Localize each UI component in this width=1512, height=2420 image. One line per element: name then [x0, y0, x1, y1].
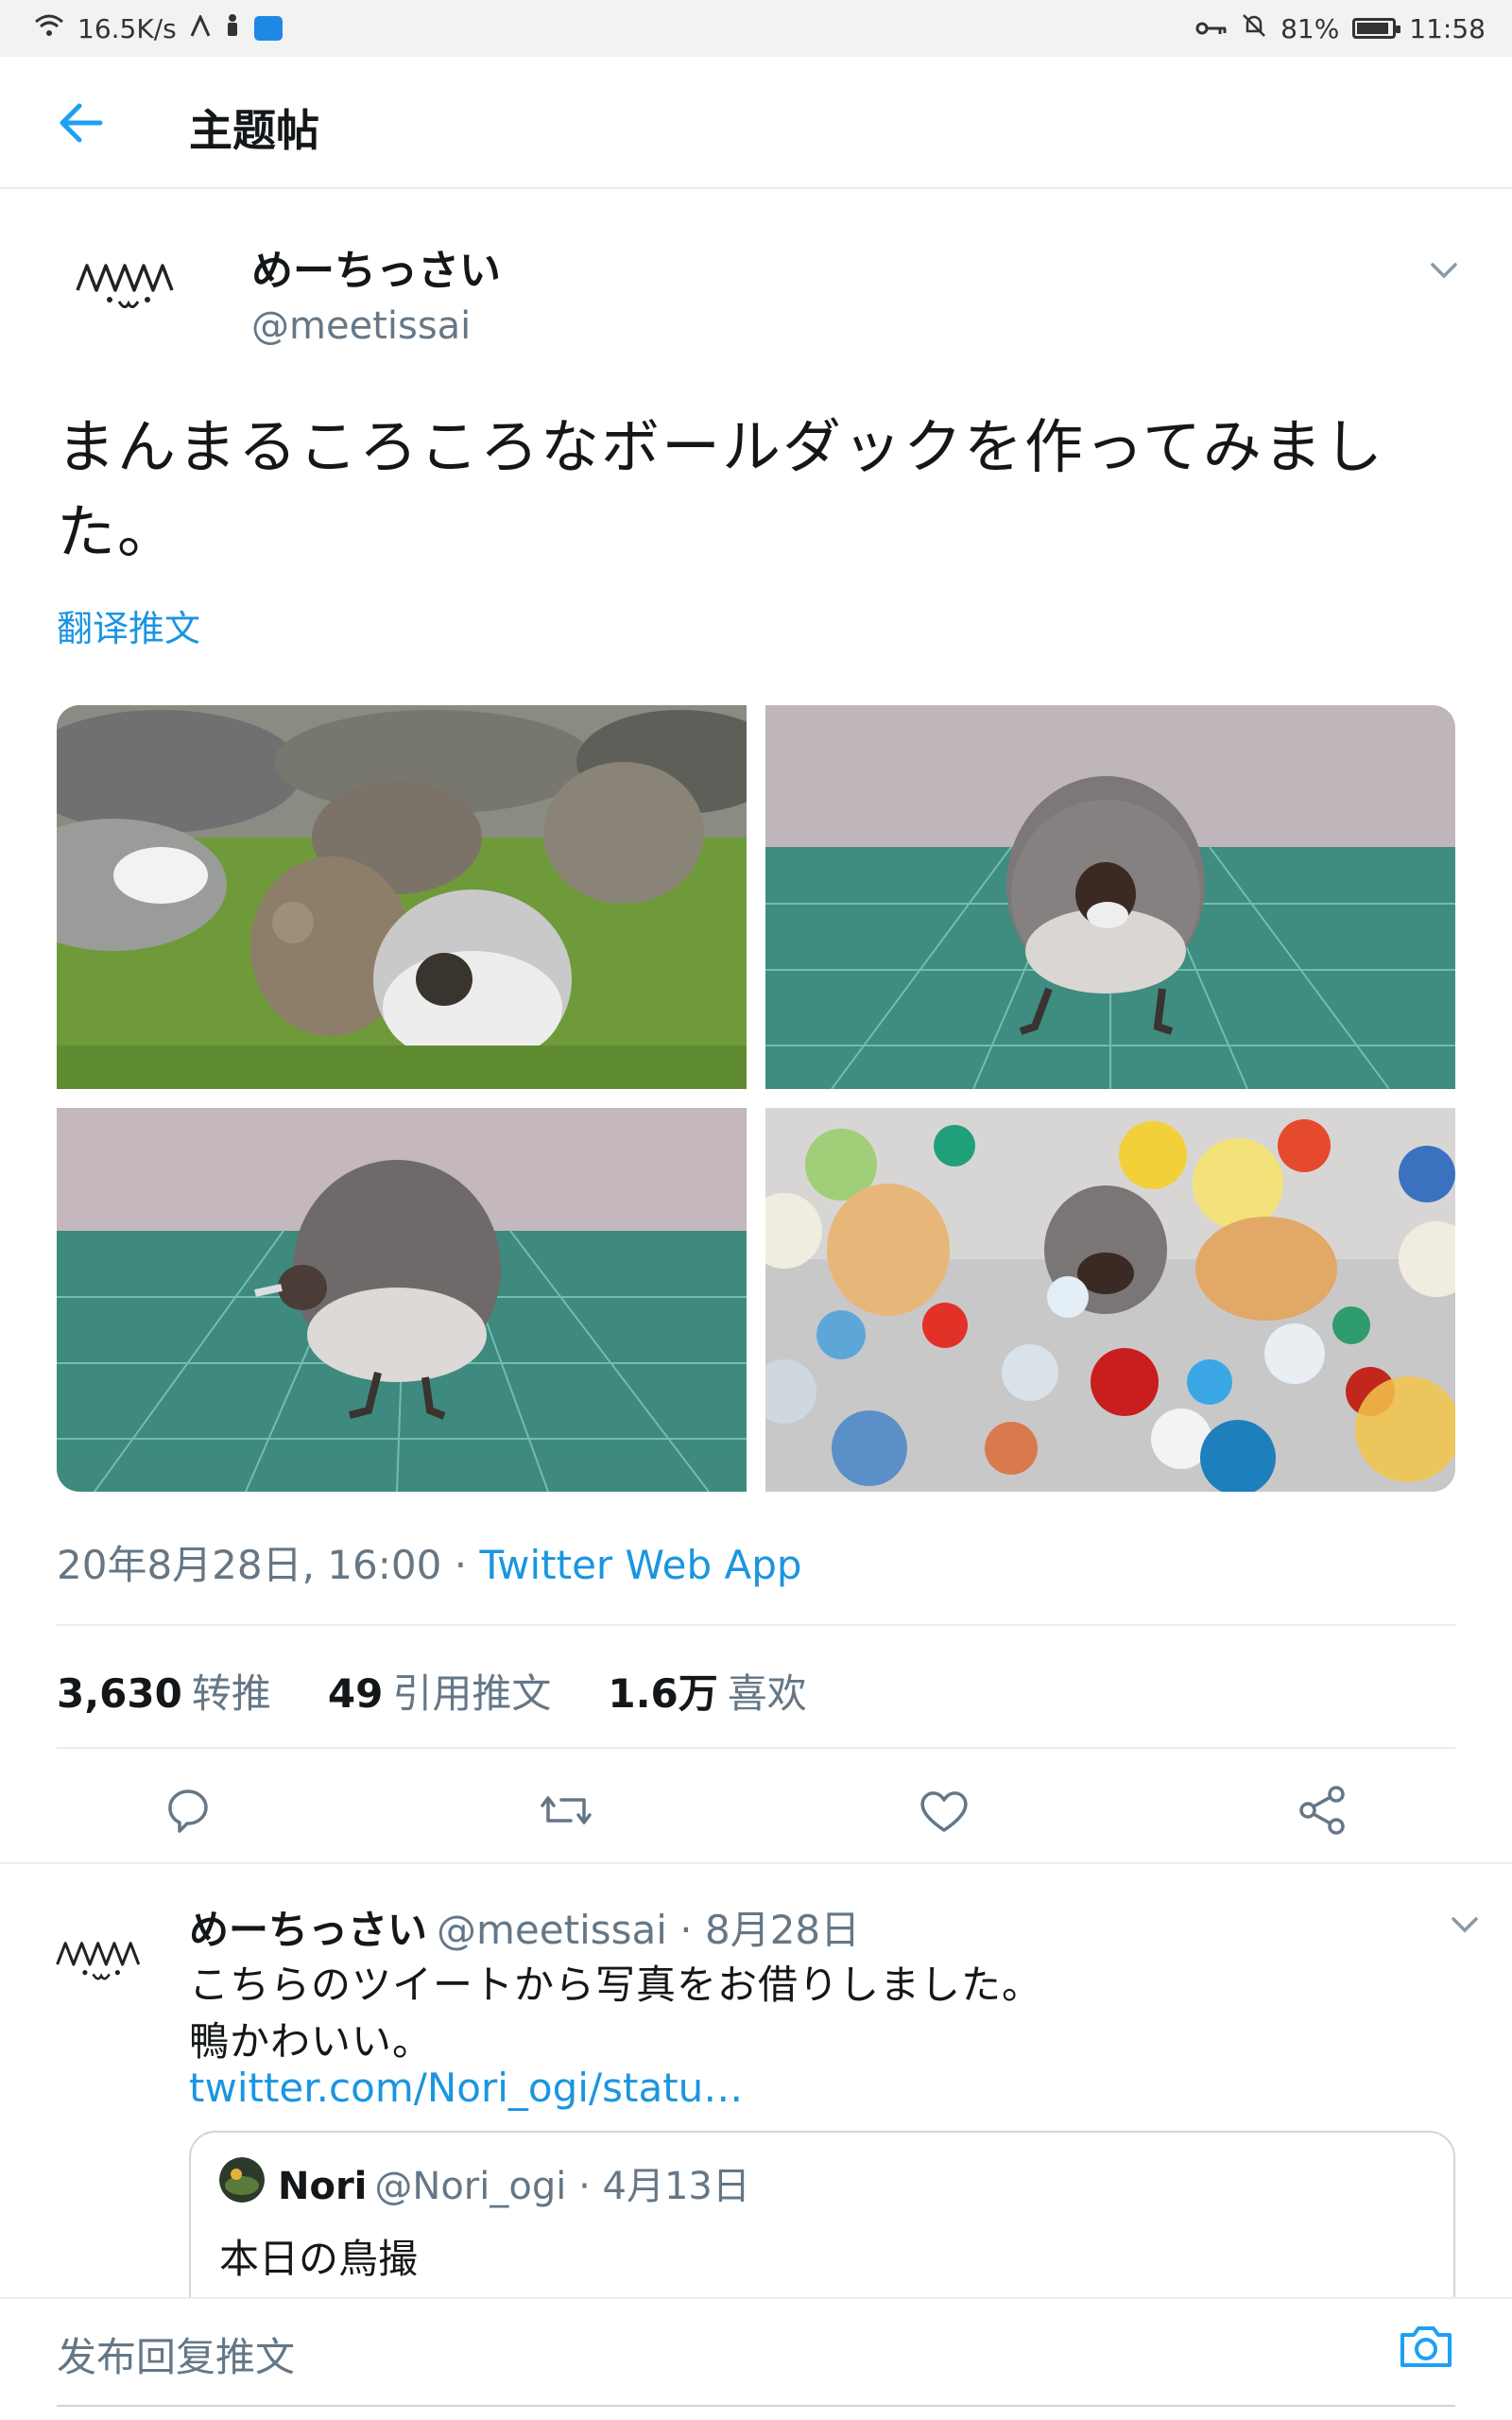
clock: 11:58 — [1409, 12, 1486, 44]
app-header: 主题帖 — [0, 57, 1512, 189]
quoted-date: · 4月13日 — [578, 2165, 750, 2208]
reply-link[interactable]: twitter.com/Nori_ogi/statu… — [189, 2065, 743, 2111]
like-count[interactable]: 1.6万 喜欢 — [608, 1662, 806, 1720]
back-button[interactable] — [55, 98, 112, 147]
tweet-text: まんまるころころなボールダックを作ってみました。 — [57, 412, 1384, 566]
avatar[interactable] — [68, 241, 191, 326]
page-title: 主题帖 — [189, 105, 319, 156]
reply-header: めーちっさい @meetissai · 8月28日 — [189, 1898, 860, 1956]
author-name[interactable]: めーちっさい — [251, 236, 501, 297]
tweet-thread-page: 16.5K/s 81% 11:58 主题帖 めーちっさい @meetissai … — [0, 0, 1512, 2420]
chevron-down-icon — [1431, 263, 1457, 279]
like-icon — [920, 1791, 968, 1832]
retweet-count-value: 3,630 — [57, 1670, 182, 1717]
reply-text-line-1: こちらのツイートから写真をお借りしました。 — [189, 1962, 1043, 2008]
wifi-icon — [34, 13, 64, 44]
camera-button[interactable] — [1397, 2320, 1455, 2373]
reply-author-name[interactable]: めーちっさい — [189, 1907, 427, 1953]
input-underline — [57, 2405, 1455, 2407]
divider — [57, 1624, 1455, 1626]
like-count-label: 喜欢 — [727, 1670, 807, 1717]
quoted-author-name: Nori — [278, 2165, 368, 2208]
reply-button[interactable] — [155, 1777, 221, 1843]
tweet-actions — [0, 1777, 1512, 1862]
app-notification-icon — [253, 16, 283, 41]
source-app-link[interactable]: Twitter Web App — [479, 1542, 801, 1588]
quote-count-label: 引用推文 — [392, 1670, 552, 1717]
chevron-down-icon — [1452, 1917, 1478, 1933]
author-handle[interactable]: @meetissai — [251, 304, 471, 348]
reply-text-line-2: 鴨かわいい。 — [189, 2018, 434, 2065]
tweet-photo-1[interactable] — [57, 705, 747, 1089]
mute-icon — [1241, 12, 1267, 45]
tweet-timestamp: 20年8月28日, 16:00 — [57, 1542, 442, 1588]
retweet-button[interactable] — [533, 1777, 599, 1843]
tweet-meta: 20年8月28日, 16:00 · Twitter Web App — [57, 1533, 802, 1591]
quoted-author-handle: @Nori_ogi — [374, 2165, 567, 2208]
tweet-photo-4[interactable] — [765, 1108, 1455, 1492]
share-button[interactable] — [1289, 1777, 1355, 1843]
quote-count[interactable]: 49 引用推文 — [328, 1662, 551, 1720]
key-icon — [1195, 13, 1228, 44]
signal-icon — [190, 12, 211, 44]
like-count-value: 1.6万 — [608, 1670, 718, 1717]
tweet-photo-2[interactable] — [765, 705, 1455, 1089]
quoted-avatar — [219, 2157, 265, 2203]
like-button[interactable] — [911, 1777, 977, 1843]
quoted-header: Nori @Nori_ogi · 4月13日 — [278, 2155, 750, 2210]
reply-icon — [168, 1789, 208, 1833]
camera-icon — [1400, 2326, 1452, 2367]
arrow-left-icon — [60, 103, 103, 143]
divider — [57, 1747, 1455, 1749]
status-bar-left: 16.5K/s — [34, 13, 283, 44]
reply-avatar[interactable] — [49, 1921, 155, 1996]
quote-count-value: 49 — [327, 1670, 384, 1717]
figure-icon — [224, 13, 241, 44]
battery-icon — [1352, 18, 1401, 39]
tweet-menu-button[interactable] — [1425, 255, 1463, 287]
reply-input[interactable]: 发布回复推文 — [57, 2325, 295, 2383]
reply-date: · 8月28日 — [679, 1907, 861, 1953]
meta-separator: · — [454, 1542, 468, 1588]
net-speed: 16.5K/s — [77, 12, 177, 44]
reply-menu-button[interactable] — [1448, 1911, 1482, 1940]
quoted-text-line-1: 本日の鳥撮 — [219, 2236, 419, 2282]
tweet-media-grid — [57, 705, 1455, 1492]
section-divider — [0, 1862, 1512, 1864]
retweet-count-label: 转推 — [191, 1670, 271, 1717]
tweet-photo-3[interactable] — [57, 1108, 747, 1492]
battery-percent: 81% — [1280, 12, 1340, 44]
retweet-icon — [541, 1796, 592, 1824]
status-bar-right: 81% 11:58 — [1195, 12, 1486, 45]
tweet-stats: 3,630 转推 49 引用推文 1.6万 喜欢 — [57, 1662, 807, 1720]
reply-author-handle[interactable]: @meetissai — [437, 1907, 667, 1953]
translate-tweet-link[interactable]: 翻译推文 — [57, 599, 200, 651]
status-bar: 16.5K/s 81% 11:58 — [0, 0, 1512, 57]
retweet-count[interactable]: 3,630 转推 — [57, 1662, 271, 1720]
reply-compose-bar: 发布回复推文 — [0, 2297, 1512, 2420]
share-icon — [1299, 1786, 1345, 1835]
